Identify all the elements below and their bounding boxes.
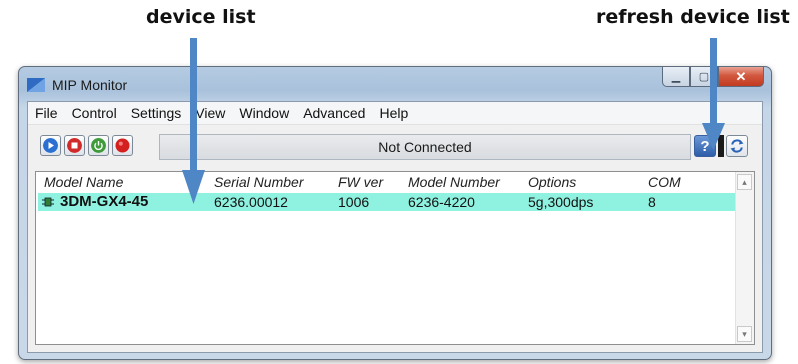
- window-controls: ▁ ▢ ✕: [662, 67, 764, 87]
- window-title: MIP Monitor: [52, 77, 128, 93]
- refresh-device-list-button[interactable]: [726, 135, 748, 157]
- column-model-name[interactable]: Model Name: [44, 174, 123, 190]
- close-icon: ✕: [735, 68, 747, 84]
- scroll-up-button[interactable]: ▴: [737, 174, 752, 190]
- stop-icon: [67, 138, 82, 153]
- column-options[interactable]: Options: [528, 174, 576, 190]
- cell-model-number: 6236-4220: [408, 194, 475, 210]
- device-list[interactable]: Model Name Serial Number FW ver Model Nu…: [35, 171, 755, 345]
- minimize-button[interactable]: ▁: [662, 67, 690, 87]
- close-button[interactable]: ✕: [718, 67, 764, 87]
- refresh-icon: [730, 139, 744, 153]
- cell-serial-number: 6236.00012: [214, 194, 288, 210]
- cell-model-name: 3DM-GX4-45: [60, 193, 149, 210]
- cell-model-name-wrap: 3DM-GX4-45: [42, 193, 148, 211]
- mip-monitor-window: MIP Monitor ▁ ▢ ✕ File Control Settings …: [18, 66, 772, 360]
- play-button[interactable]: [40, 135, 61, 156]
- app-icon: [27, 78, 45, 92]
- scroll-down-button[interactable]: ▾: [737, 326, 752, 342]
- menu-help[interactable]: Help: [372, 102, 415, 124]
- menu-control[interactable]: Control: [65, 102, 124, 124]
- menu-file[interactable]: File: [28, 102, 65, 124]
- help-button[interactable]: ?: [694, 135, 716, 157]
- column-com[interactable]: COM: [648, 174, 681, 190]
- cell-com: 8: [648, 194, 656, 210]
- menu-window[interactable]: Window: [232, 102, 296, 124]
- cell-fw-ver: 1006: [338, 194, 370, 210]
- column-fw-ver[interactable]: FW ver: [338, 174, 383, 190]
- help-icon: ?: [700, 137, 710, 155]
- device-icon: [42, 197, 54, 207]
- stop-button[interactable]: [64, 135, 85, 156]
- record-icon: [115, 138, 130, 153]
- annotation-refresh-device-list: refresh device list: [596, 6, 790, 28]
- connection-status: Not Connected: [159, 134, 691, 160]
- column-serial-number[interactable]: Serial Number: [214, 174, 303, 190]
- device-list-header: Model Name Serial Number FW ver Model Nu…: [36, 172, 736, 192]
- cell-options: 5g,300dps: [528, 194, 594, 210]
- scroll-down-icon: ▾: [742, 328, 747, 339]
- column-model-number[interactable]: Model Number: [408, 174, 500, 190]
- client-area: File Control Settings View Window Advanc…: [27, 101, 763, 353]
- toolbar-separator: [718, 135, 724, 157]
- record-button[interactable]: [112, 135, 133, 156]
- device-row[interactable]: 3DM-GX4-45 6236.00012 1006 6236-4220 5g,…: [38, 193, 735, 211]
- annotation-device-list: device list: [146, 6, 256, 28]
- menu-bar: File Control Settings View Window Advanc…: [28, 102, 762, 125]
- scroll-up-icon: ▴: [742, 176, 747, 187]
- menu-advanced[interactable]: Advanced: [296, 102, 372, 124]
- toolbar: Not Connected ?: [28, 125, 762, 167]
- play-icon: [43, 138, 58, 153]
- title-bar[interactable]: MIP Monitor ▁ ▢ ✕: [19, 67, 771, 101]
- maximize-button[interactable]: ▢: [690, 67, 718, 87]
- power-icon: [91, 138, 106, 153]
- maximize-icon: ▢: [698, 71, 710, 83]
- power-button[interactable]: [88, 135, 109, 156]
- menu-settings[interactable]: Settings: [124, 102, 189, 124]
- minimize-icon: ▁: [671, 71, 681, 83]
- menu-view[interactable]: View: [188, 102, 232, 124]
- vertical-scrollbar[interactable]: ▴ ▾: [735, 172, 754, 344]
